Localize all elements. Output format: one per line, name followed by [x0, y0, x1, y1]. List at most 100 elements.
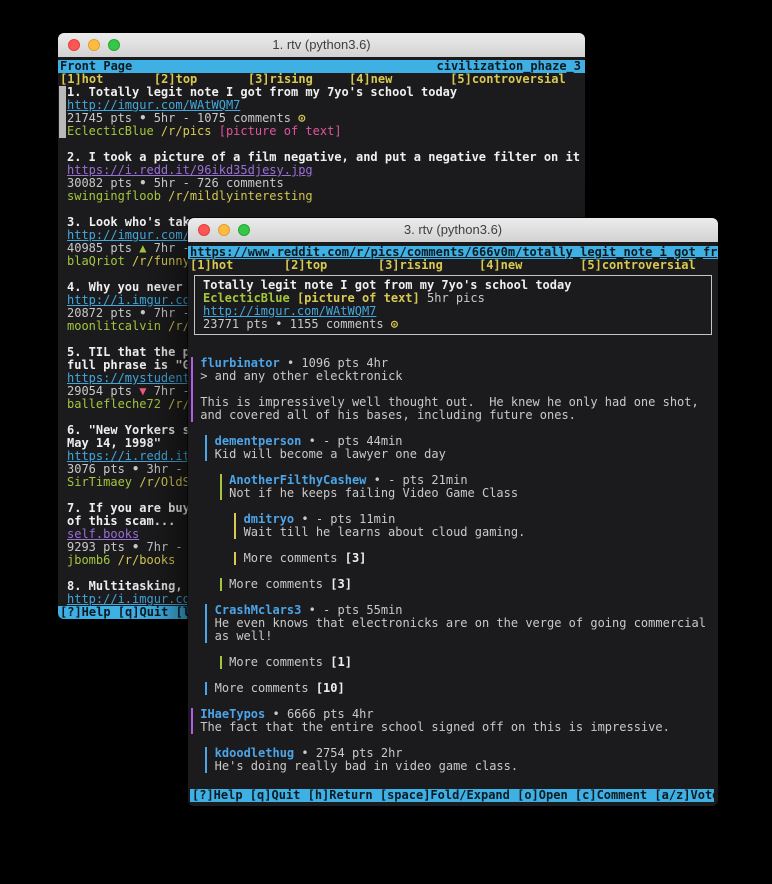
- comment-IHaeTypos[interactable]: IHaeTypos • 6666 pts 4hr The fact that t…: [188, 708, 718, 747]
- comment-dmitryo[interactable]: dmitryo • - pts 11min Wait till he learn…: [188, 513, 718, 552]
- comment-flurbinator[interactable]: flurbinator • 1096 pts 4hr > and any oth…: [188, 357, 718, 435]
- comment-header[interactable]: dmitryo • - pts 11min: [188, 513, 718, 526]
- tab-4-new[interactable]: [4]new: [349, 73, 450, 86]
- terminal-window-comments[interactable]: 3. rtv (python3.6) https://www.reddit.co…: [188, 218, 718, 806]
- comment-body-line: Not if he keeps failing Video Game Class: [188, 487, 718, 500]
- comment-header[interactable]: IHaeTypos • 6666 pts 4hr: [188, 708, 718, 721]
- comment-AnotherFilthyCashew[interactable]: AnotherFilthyCashew • - pts 21min Not if…: [188, 474, 718, 513]
- more-comments-count: [3]: [345, 552, 367, 565]
- comment-header[interactable]: flurbinator • 1096 pts 4hr: [188, 357, 718, 370]
- comment-meta: • 6666 pts 4hr: [265, 708, 373, 721]
- post-subreddit[interactable]: /r/: [161, 320, 190, 333]
- post-stats-row: 21745 pts • 5hr - 1075 comments ⊙: [58, 112, 585, 125]
- post-title: 2. I took a picture of a film negative, …: [58, 151, 585, 164]
- comment-author[interactable]: flurbinator: [200, 357, 279, 370]
- post-link[interactable]: http://imgur.com/WAtWQM7: [67, 99, 240, 112]
- post-link[interactable]: https://mystudent: [67, 372, 190, 385]
- post-link[interactable]: https://i.redd.it/96ikd35djesy.jpg: [67, 164, 313, 177]
- comment-author[interactable]: CrashMclars3: [215, 604, 302, 617]
- post-link[interactable]: http://i.imgur.co: [67, 593, 190, 606]
- comment-body-line: as well!: [188, 630, 718, 643]
- post-link[interactable]: https://i.redd.it: [67, 450, 190, 463]
- post-byline: swingingfloob /r/mildlyinteresting: [58, 190, 585, 203]
- post-link[interactable]: http://imgur.com/: [67, 229, 190, 242]
- post-link-row: https://i.redd.it/96ikd35djesy.jpg: [58, 164, 585, 177]
- more-comments[interactable]: More comments [1]: [188, 656, 718, 682]
- tab-3-rising[interactable]: [3]rising: [248, 73, 349, 86]
- comment-author[interactable]: dementperson: [215, 435, 302, 448]
- post-author[interactable]: blaQriot: [67, 255, 125, 268]
- comment-author[interactable]: IHaeTypos: [200, 708, 265, 721]
- tab-5-controversial[interactable]: [5]controversial: [450, 73, 566, 86]
- post-author[interactable]: moonlitcalvin: [67, 320, 161, 333]
- comment-author[interactable]: kdoodlethug: [215, 747, 294, 760]
- post-subreddit[interactable]: /r/mildlyinteresting: [161, 190, 313, 203]
- titlebar[interactable]: 3. rtv (python3.6): [188, 218, 718, 243]
- tab-1-hot[interactable]: [1]hot: [190, 259, 284, 272]
- comment-kdoodlethug[interactable]: kdoodlethug • 2754 pts 2hr He's doing re…: [188, 747, 718, 786]
- more-comments-row[interactable]: More comments [3]: [188, 552, 718, 565]
- post-author[interactable]: ballefleche72: [67, 398, 161, 411]
- post-subreddit[interactable]: /r/OldS: [132, 476, 190, 489]
- post-subreddit[interactable]: /r/books: [110, 554, 175, 567]
- more-comments-count: [1]: [330, 656, 352, 669]
- post-link[interactable]: self.books: [67, 528, 139, 541]
- gilded-icon: ⊙: [391, 318, 398, 331]
- post-author[interactable]: SirTimaey: [67, 476, 132, 489]
- post-link-row: http://imgur.com/WAtWQM7: [58, 99, 585, 112]
- submission-link[interactable]: http://imgur.com/WAtWQM7: [203, 305, 376, 318]
- comment-body-line: Kid will become a lawyer one day: [188, 448, 718, 461]
- tab-5-controversial[interactable]: [5]controversial: [580, 259, 696, 272]
- comment-meta: • - pts 44min: [301, 435, 402, 448]
- post-author[interactable]: EclecticBlue: [67, 125, 154, 138]
- window-title: 1. rtv (python3.6): [58, 33, 585, 57]
- comment-CrashMclars3[interactable]: CrashMclars3 • - pts 55min He even knows…: [188, 604, 718, 656]
- window-title: 3. rtv (python3.6): [188, 218, 718, 242]
- submission-author[interactable]: EclecticBlue: [203, 292, 290, 305]
- tab-3-rising[interactable]: [3]rising: [378, 259, 479, 272]
- comment-header[interactable]: AnotherFilthyCashew • - pts 21min: [188, 474, 718, 487]
- status-bar: [?]Help [q]Quit [h]Return [space]Fold/Ex…: [190, 789, 714, 802]
- comment-dementperson[interactable]: dementperson • - pts 44min Kid will beco…: [188, 435, 718, 474]
- post-byline: EclecticBlue /r/pics [picture of text]: [58, 125, 585, 138]
- submission-url-bar[interactable]: https://www.reddit.com/r/pics/comments/6…: [188, 246, 718, 259]
- comment-header[interactable]: dementperson • - pts 44min: [188, 435, 718, 448]
- post-stats-row: 30082 pts • 5hr - 726 comments: [58, 177, 585, 190]
- submission-box[interactable]: Totally legit note I got from my 7yo's s…: [194, 275, 712, 335]
- comment-header[interactable]: kdoodlethug • 2754 pts 2hr: [188, 747, 718, 760]
- post-1[interactable]: 1. Totally legit note I got from my 7yo'…: [58, 86, 585, 151]
- more-comments-count: [3]: [330, 578, 352, 591]
- titlebar[interactable]: 1. rtv (python3.6): [58, 33, 585, 58]
- gilded-icon: ⊙: [298, 112, 305, 125]
- post-2[interactable]: 2. I took a picture of a film negative, …: [58, 151, 585, 216]
- post-subreddit[interactable]: /r/: [161, 398, 190, 411]
- more-comments-row[interactable]: More comments [1]: [188, 656, 718, 669]
- more-comments[interactable]: More comments [10]: [188, 682, 718, 708]
- comment-meta: • - pts 11min: [294, 513, 395, 526]
- comment-meta: • 1096 pts 4hr: [280, 357, 388, 370]
- more-comments[interactable]: More comments [3]: [188, 578, 718, 604]
- comment-body-line: > and any other elecktronick: [188, 370, 718, 383]
- post-title: 1. Totally legit note I got from my 7yo'…: [58, 86, 585, 99]
- more-comments-row[interactable]: More comments [10]: [188, 682, 718, 695]
- comment-author[interactable]: AnotherFilthyCashew: [229, 474, 366, 487]
- comment-header[interactable]: CrashMclars3 • - pts 55min: [188, 604, 718, 617]
- comment-author[interactable]: dmitryo: [244, 513, 295, 526]
- tab-2-top[interactable]: [2]top: [284, 259, 378, 272]
- comment-body-line: and covered all of his bases, including …: [188, 409, 718, 422]
- more-comments[interactable]: More comments [3]: [188, 552, 718, 578]
- more-comments-count: [10]: [316, 682, 345, 695]
- more-comments-row[interactable]: More comments [3]: [188, 578, 718, 591]
- post-subreddit[interactable]: /r/pics: [154, 125, 212, 138]
- post-subreddit[interactable]: /r/funny: [125, 255, 190, 268]
- post-author[interactable]: swingingfloob: [67, 190, 161, 203]
- desktop: 1. rtv (python3.6) Front Page civilizati…: [0, 0, 772, 884]
- post-link[interactable]: http://i.imgur.co: [67, 294, 190, 307]
- tab-1-hot[interactable]: [1]hot: [60, 73, 154, 86]
- tab-4-new[interactable]: [4]new: [479, 259, 580, 272]
- post-author[interactable]: jbomb6: [67, 554, 110, 567]
- page-title: Front Page: [60, 60, 132, 73]
- tab-2-top[interactable]: [2]top: [154, 73, 248, 86]
- sort-tabs: [1]hot[2]top[3]rising[4]new[5]controvers…: [58, 73, 585, 86]
- submission-tag: [picture of text]: [297, 292, 420, 305]
